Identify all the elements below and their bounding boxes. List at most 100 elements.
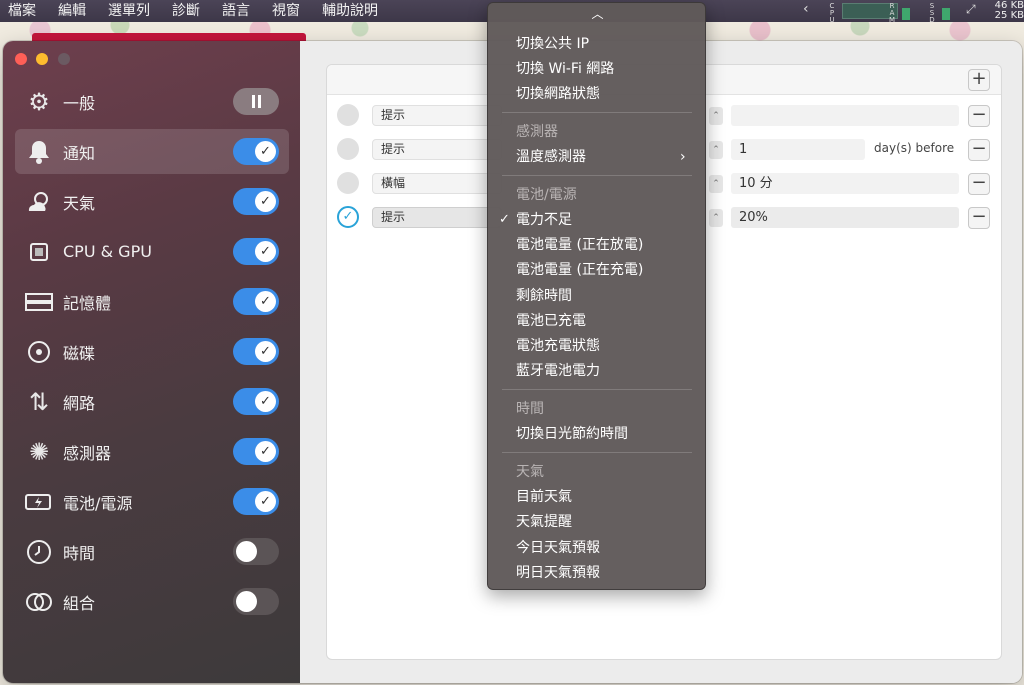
alert-type-select[interactable]: 橫幅	[372, 173, 502, 194]
checkmark-icon: ✓	[255, 341, 276, 362]
menu-item-toggle-wifi[interactable]: 切換 Wi-Fi 網路	[516, 60, 614, 78]
alert-type-select[interactable]: 提示	[372, 105, 502, 126]
notifications-toggle[interactable]: ✓	[233, 138, 279, 165]
cpu-stat-label: CPU	[829, 2, 835, 24]
checkmark-icon: ✓	[255, 191, 276, 212]
trigger-dropdown-menu: ︿ 切換公共 IP 切換 Wi-Fi 網路 切換網路狀態 感測器 溫度感測器 ›…	[487, 2, 706, 590]
checkmark-icon: ✓	[255, 141, 276, 162]
rule-value-field[interactable]: 1	[731, 139, 865, 160]
menu-item-battery-discharging[interactable]: 電池電量 (正在放電)	[516, 236, 643, 254]
weather-toggle[interactable]: ✓	[233, 188, 279, 215]
network-speed[interactable]: 46 KB 25 KB	[984, 1, 1024, 21]
sidebar-item-memory[interactable]: 記憶體 ✓	[15, 279, 289, 324]
add-rule-button[interactable]: +	[968, 69, 990, 91]
menu-item-bluetooth-battery[interactable]: 藍牙電池電力	[516, 362, 600, 380]
pause-icon	[252, 95, 261, 108]
menu-item-today-forecast[interactable]: 今日天氣預報	[516, 539, 600, 557]
checkmark-circle-icon[interactable]: ✓	[337, 206, 359, 228]
sidebar-item-disk[interactable]: 磁碟 ✓	[15, 329, 289, 374]
bell-icon	[25, 138, 53, 166]
fan-icon: ✺	[28, 437, 50, 466]
chevron-right-icon: ›	[680, 149, 686, 165]
menu-edit[interactable]: 編輯	[49, 0, 99, 22]
menu-help[interactable]: 輔助說明	[313, 0, 391, 22]
sidebar-item-notifications[interactable]: 通知 ✓	[15, 129, 289, 174]
ram-bar	[902, 8, 910, 20]
network-toggle[interactable]: ✓	[233, 388, 279, 415]
checkmark-icon: ✓	[255, 241, 276, 262]
sidebar-item-battery[interactable]: 電池/電源 ✓	[15, 479, 289, 524]
menu-item-time-remaining[interactable]: 剩餘時間	[516, 287, 572, 305]
menu-header-battery: 電池/電源	[516, 187, 577, 203]
menu-diagnostics[interactable]: 診斷	[163, 0, 213, 22]
rule-value-field[interactable]: 10 分	[731, 173, 959, 194]
pause-toggle[interactable]	[233, 88, 279, 115]
ssd-bar	[942, 8, 950, 20]
chevron-left-icon[interactable]: ‹	[803, 1, 809, 17]
menu-language[interactable]: 語言	[213, 0, 263, 22]
rule-value-field[interactable]	[731, 105, 959, 126]
menu-separator	[502, 389, 692, 390]
menu-item-toggle-dst[interactable]: 切換日光節約時間	[516, 425, 628, 443]
sidebar-item-sensors[interactable]: ✺ 感測器 ✓	[15, 429, 289, 474]
ssd-stat-label: SSD	[929, 2, 935, 24]
alert-type-select[interactable]: 提示	[372, 139, 502, 160]
menu-item-temperature-sensor[interactable]: 溫度感測器	[516, 148, 586, 166]
zoom-button[interactable]	[58, 53, 70, 65]
menu-item-toggle-public-ip[interactable]: 切換公共 IP	[516, 35, 589, 53]
sidebar-item-weather[interactable]: 天氣 ✓	[15, 179, 289, 224]
chevron-updown-icon[interactable]: ⌃	[709, 107, 723, 125]
remove-rule-button[interactable]: −	[968, 173, 990, 195]
menu-item-battery-charging[interactable]: 電池電量 (正在充電)	[516, 261, 643, 279]
sidebar-item-cpu-gpu[interactable]: CPU & GPU ✓	[15, 229, 289, 274]
sensors-toggle[interactable]: ✓	[233, 438, 279, 465]
chevron-updown-icon[interactable]: ⌃	[709, 175, 723, 193]
menu-item-weather-alert[interactable]: 天氣提醒	[516, 513, 572, 531]
sidebar-item-label: CPU & GPU	[63, 242, 152, 261]
sidebar-item-label: 電池/電源	[63, 493, 133, 513]
gear-icon: ⚙	[28, 87, 50, 116]
chevron-updown-icon[interactable]: ⌃	[709, 141, 723, 159]
rule-enable-checkbox[interactable]	[337, 104, 359, 126]
sidebar-item-combine[interactable]: 組合	[15, 579, 289, 624]
menu-file[interactable]: 檔案	[0, 0, 49, 22]
scroll-up-arrow-icon[interactable]: ︿	[488, 5, 707, 22]
sidebar-item-time[interactable]: 時間	[15, 529, 289, 574]
network-arrows-icon: ⤢	[966, 2, 976, 16]
remove-rule-button[interactable]: −	[968, 207, 990, 229]
disk-toggle[interactable]: ✓	[233, 338, 279, 365]
menu-item-battery-charged[interactable]: 電池已充電	[516, 312, 586, 330]
menu-window[interactable]: 視窗	[263, 0, 313, 22]
close-button[interactable]	[15, 53, 27, 65]
sidebar-item-network[interactable]: ⇅ 網路 ✓	[15, 379, 289, 424]
menu-item-toggle-network-status[interactable]: 切換網路狀態	[516, 85, 600, 103]
rule-value-field[interactable]: 20%	[731, 207, 959, 228]
menu-item-current-weather[interactable]: 目前天氣	[516, 488, 572, 506]
menu-item-low-power[interactable]: 電力不足	[516, 211, 572, 229]
days-before-label: day(s) before	[874, 141, 955, 155]
alert-type-select[interactable]: 提示	[372, 207, 502, 228]
battery-toggle[interactable]: ✓	[233, 488, 279, 515]
minimize-button[interactable]	[36, 53, 48, 65]
checkmark-icon: ✓	[255, 391, 276, 412]
checkmark-icon: ✓	[255, 291, 276, 312]
sidebar-item-label: 通知	[63, 143, 96, 163]
cpu-gpu-toggle[interactable]: ✓	[233, 238, 279, 265]
menu-separator	[502, 175, 692, 176]
ram-stat[interactable]: RAM	[888, 2, 914, 24]
rule-enable-checkbox[interactable]	[337, 172, 359, 194]
menu-menubar[interactable]: 選單列	[99, 0, 163, 22]
time-toggle[interactable]	[233, 538, 279, 565]
rule-enable-checkbox[interactable]	[337, 138, 359, 160]
memory-toggle[interactable]: ✓	[233, 288, 279, 315]
combine-toggle[interactable]	[233, 588, 279, 615]
menu-item-tomorrow-forecast[interactable]: 明日天氣預報	[516, 564, 600, 582]
remove-rule-button[interactable]: −	[968, 139, 990, 161]
net-download: 25 KB	[994, 10, 1024, 21]
ssd-stat[interactable]: SSD	[928, 2, 954, 24]
sidebar-item-label: 網路	[63, 393, 96, 413]
sidebar-item-general[interactable]: ⚙ 一般	[15, 79, 289, 124]
remove-rule-button[interactable]: −	[968, 105, 990, 127]
chevron-updown-icon[interactable]: ⌃	[709, 209, 723, 227]
menu-item-charging-status[interactable]: 電池充電狀態	[516, 337, 600, 355]
